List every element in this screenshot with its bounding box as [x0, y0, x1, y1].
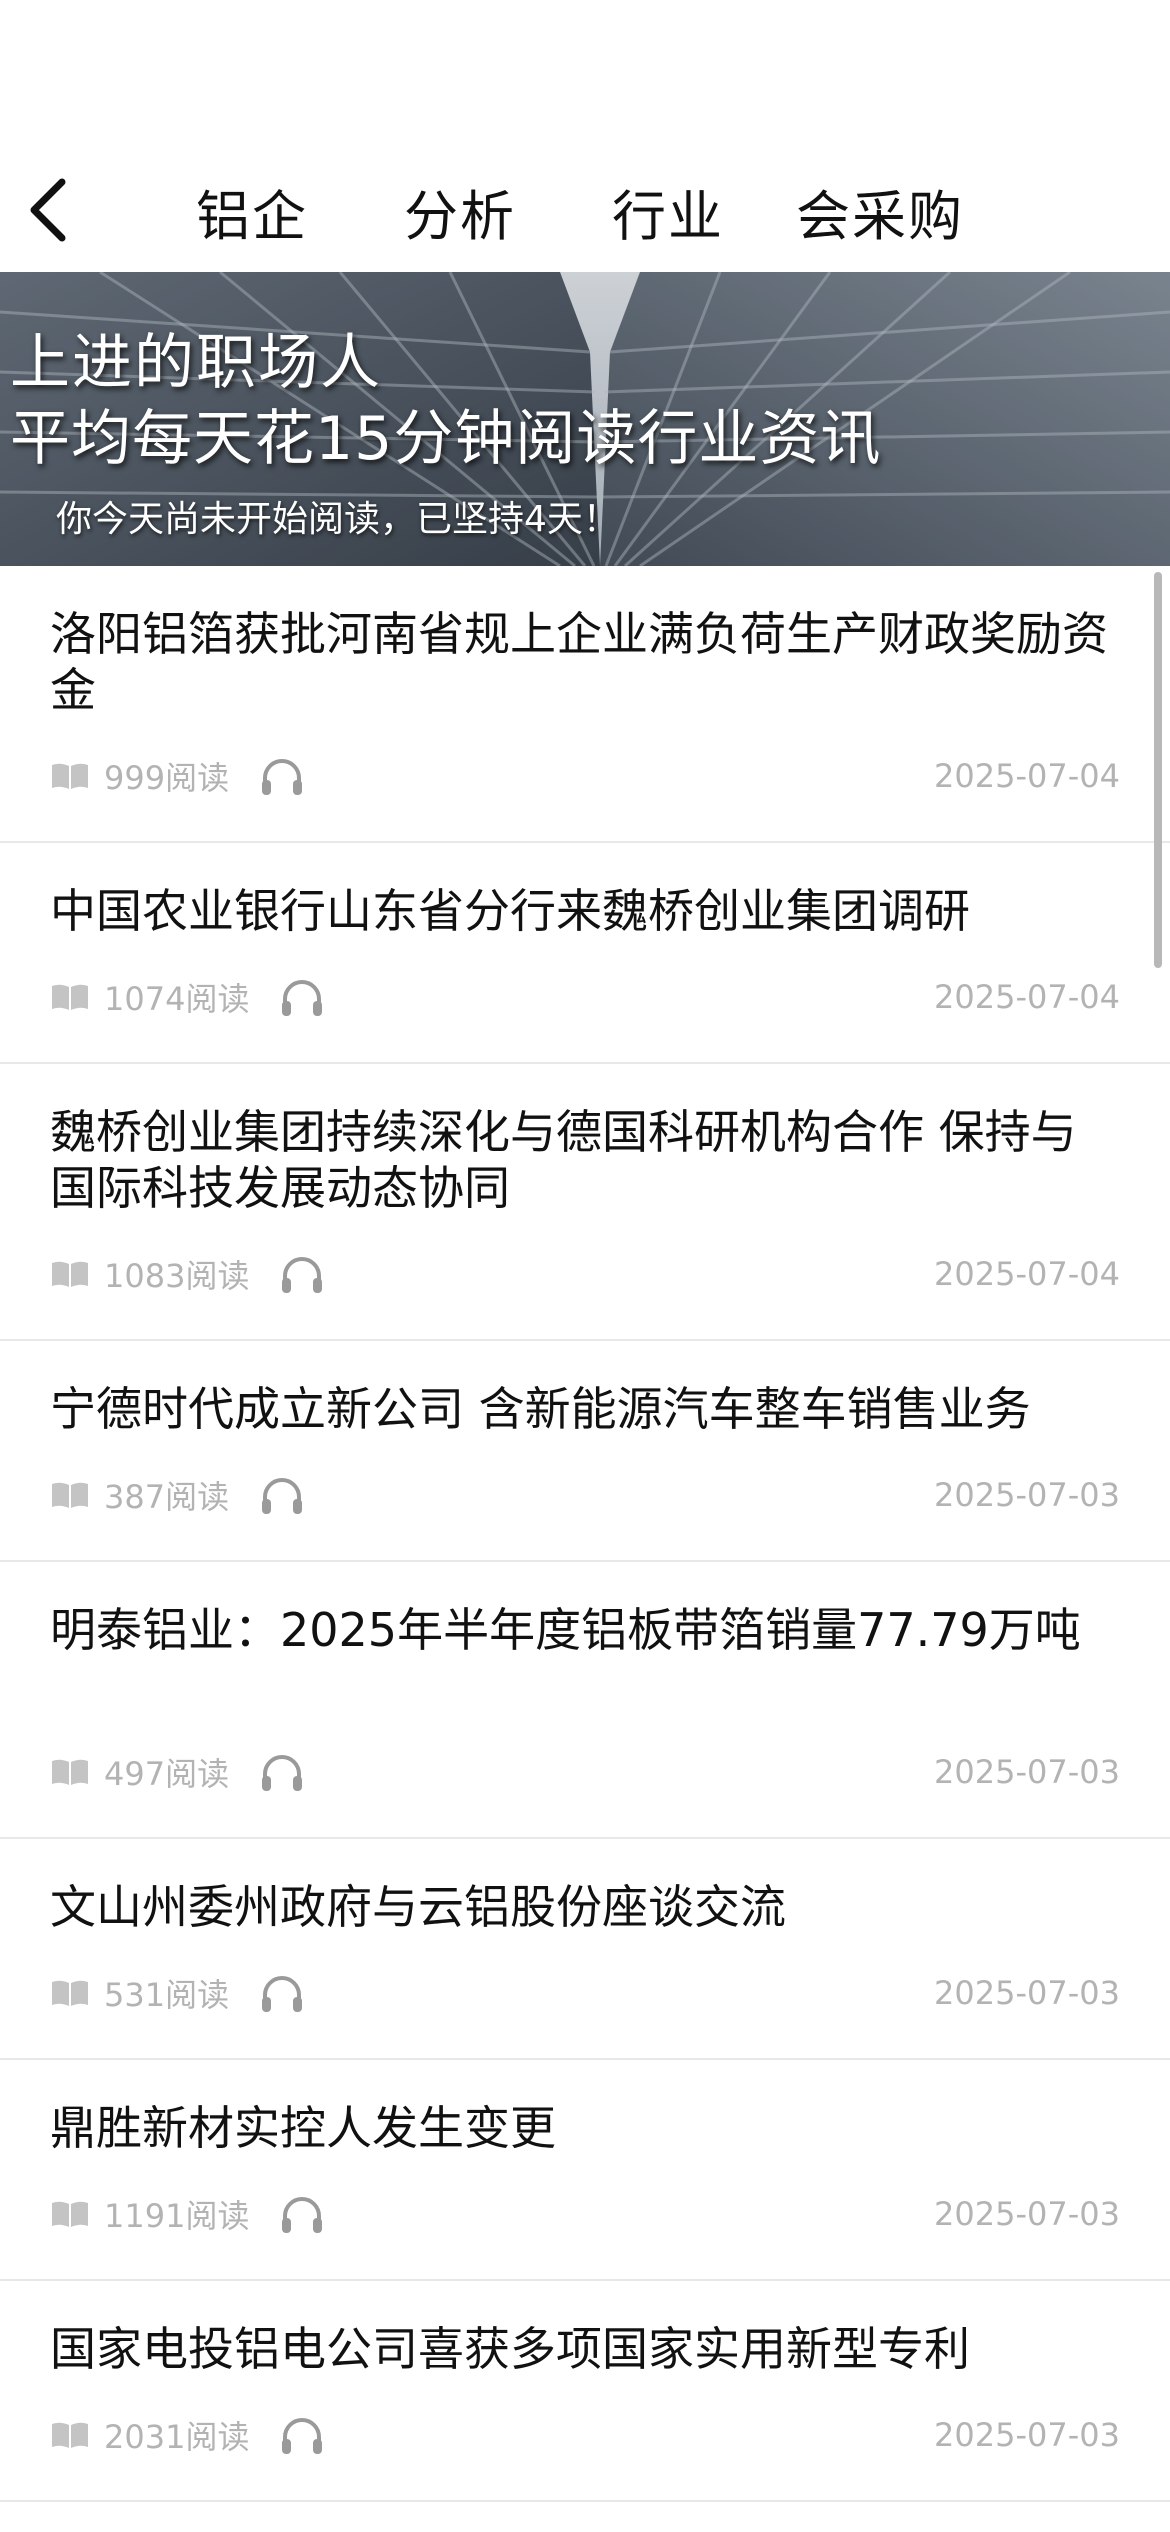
article-item[interactable]: 国家电投铝电公司喜获多项国家实用新型专利 2031阅读 2025-07-03 [0, 2281, 1170, 2502]
article-title: 鼎胜新材实控人发生变更 [50, 2101, 556, 2155]
article-meta: 497阅读 2025-07-03 [50, 1749, 1120, 1795]
publish-date: 2025-07-03 [934, 2416, 1120, 2454]
category-tabs: 铝企 分析 行业 会采购 [196, 150, 964, 272]
article-title: 文山州委州政府与云铝股份座谈交流 [50, 1880, 786, 1934]
book-icon [50, 1259, 90, 1289]
headphones-icon[interactable] [257, 753, 307, 799]
article-item[interactable]: 洛阳铝箔获批河南省规上企业满负荷生产财政奖励资金 999阅读 2025-07-0… [0, 566, 1170, 843]
publish-date: 2025-07-04 [934, 978, 1120, 1016]
read-count: 387阅读 [104, 1478, 230, 1516]
read-count: 497阅读 [104, 1755, 230, 1793]
article-title: 宁德时代成立新公司 含新能源汽车整车销售业务 [50, 1382, 1031, 1436]
read-count: 531阅读 [104, 1976, 230, 2014]
article-item[interactable]: 中国农业银行山东省分行来魏桥创业集团调研 1074阅读 2025-07-04 [0, 843, 1170, 1064]
publish-date: 2025-07-04 [934, 757, 1120, 795]
read-count: 1191阅读 [104, 2197, 250, 2235]
scrollbar[interactable] [1154, 572, 1162, 968]
reading-streak-text: 你今天尚未开始阅读，已坚持4天！ [56, 499, 619, 540]
article-list: 洛阳铝箔获批河南省规上企业满负荷生产财政奖励资金 999阅读 2025-07-0… [0, 566, 1170, 2502]
article-meta: 999阅读 2025-07-04 [50, 753, 1120, 799]
tab-analysis[interactable]: 分析 [404, 172, 516, 251]
article-title: 国家电投铝电公司喜获多项国家实用新型专利 [50, 2322, 970, 2376]
read-count: 999阅读 [104, 759, 230, 797]
headphones-icon[interactable] [257, 1472, 307, 1518]
headphones-icon[interactable] [277, 2412, 327, 2458]
book-icon [50, 1480, 90, 1510]
publish-date: 2025-07-03 [934, 1974, 1120, 2012]
read-count: 2031阅读 [104, 2418, 250, 2456]
tab-industry[interactable]: 行业 [612, 172, 724, 251]
banner-headline: 上进的职场人 [10, 328, 382, 398]
book-icon [50, 2420, 90, 2450]
chevron-left-icon [30, 178, 66, 242]
article-meta: 1191阅读 2025-07-03 [50, 2191, 1120, 2237]
headphones-icon[interactable] [257, 1749, 307, 1795]
read-count: 1074阅读 [104, 980, 250, 1018]
article-item[interactable]: 鼎胜新材实控人发生变更 1191阅读 2025-07-03 [0, 2060, 1170, 2281]
tab-procurement[interactable]: 会采购 [796, 172, 964, 251]
status-bar-area [0, 0, 1170, 150]
publish-date: 2025-07-03 [934, 1476, 1120, 1514]
publish-date: 2025-07-04 [934, 1255, 1120, 1293]
article-meta: 387阅读 2025-07-03 [50, 1472, 1120, 1518]
article-item[interactable]: 宁德时代成立新公司 含新能源汽车整车销售业务 387阅读 2025-07-03 [0, 1341, 1170, 1562]
article-meta: 1074阅读 2025-07-04 [50, 974, 1120, 1020]
reading-banner: 上进的职场人 平均每天花15分钟阅读行业资讯 你今天尚未开始阅读，已坚持4天！ [0, 272, 1170, 566]
book-icon [50, 982, 90, 1012]
tab-aluminum-companies[interactable]: 铝企 [196, 172, 308, 251]
article-title: 明泰铝业：2025年半年度铝板带箔销量77.79万吨 [50, 1603, 1081, 1657]
article-title: 中国农业银行山东省分行来魏桥创业集团调研 [50, 884, 970, 938]
publish-date: 2025-07-03 [934, 2195, 1120, 2233]
headphones-icon[interactable] [277, 2191, 327, 2237]
book-icon [50, 2199, 90, 2229]
article-meta: 531阅读 2025-07-03 [50, 1970, 1120, 2016]
publish-date: 2025-07-03 [934, 1753, 1120, 1791]
back-button[interactable] [18, 172, 78, 248]
headphones-icon[interactable] [277, 1251, 327, 1297]
book-icon [50, 1978, 90, 2008]
article-item[interactable]: 明泰铝业：2025年半年度铝板带箔销量77.79万吨 497阅读 2025-07… [0, 1562, 1170, 1839]
read-count: 1083阅读 [104, 1257, 250, 1295]
article-meta: 1083阅读 2025-07-04 [50, 1251, 1120, 1297]
banner-subheadline: 平均每天花15分钟阅读行业资讯 [10, 404, 882, 474]
article-item[interactable]: 文山州委州政府与云铝股份座谈交流 531阅读 2025-07-03 [0, 1839, 1170, 2060]
article-title: 洛阳铝箔获批河南省规上企业满负荷生产财政奖励资金 [50, 607, 1108, 717]
book-icon [50, 761, 90, 791]
article-item[interactable]: 魏桥创业集团持续深化与德国科研机构合作 保持与国际科技发展动态协同 1083阅读… [0, 1064, 1170, 1341]
top-navigation: 铝企 分析 行业 会采购 [0, 150, 1170, 272]
article-title: 魏桥创业集团持续深化与德国科研机构合作 保持与国际科技发展动态协同 [50, 1105, 1077, 1215]
headphones-icon[interactable] [257, 1970, 307, 2016]
headphones-icon[interactable] [277, 974, 327, 1020]
article-meta: 2031阅读 2025-07-03 [50, 2412, 1120, 2458]
book-icon [50, 1757, 90, 1787]
